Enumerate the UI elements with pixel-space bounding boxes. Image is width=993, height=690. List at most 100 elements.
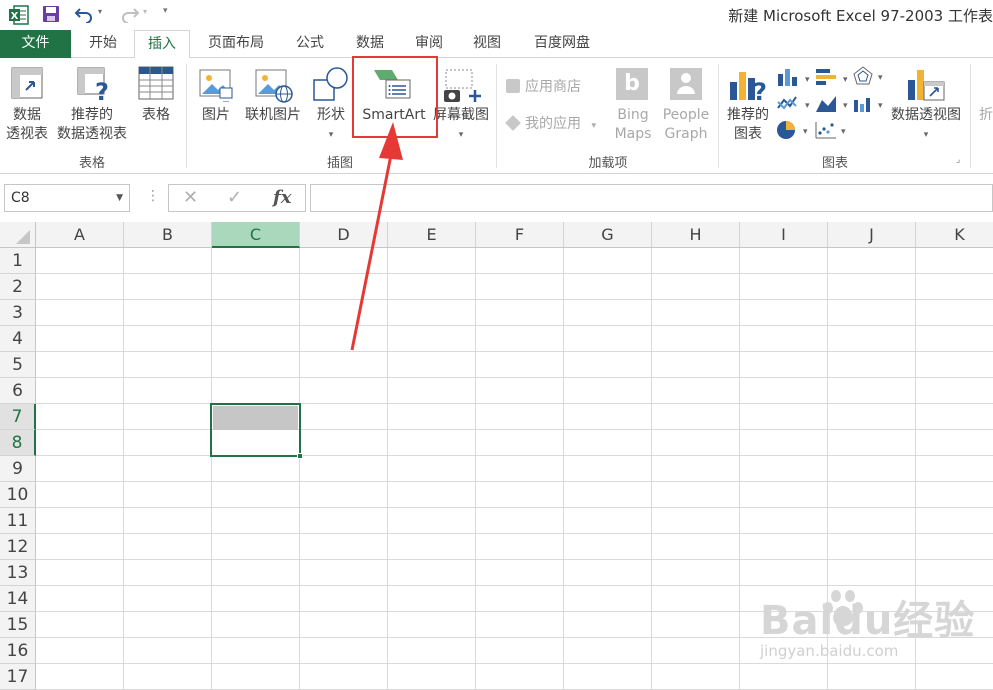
fill-handle[interactable] xyxy=(297,453,303,459)
row-header-15[interactable]: 15 xyxy=(0,612,36,638)
name-box[interactable]: C8 ▼ xyxy=(4,184,130,212)
column-header-e[interactable]: E xyxy=(388,222,476,248)
line-chart-icon[interactable]: ▾ xyxy=(776,94,810,112)
gridline xyxy=(36,663,993,664)
row-header-5[interactable]: 5 xyxy=(0,352,36,378)
tab-insert[interactable]: 插入 xyxy=(134,30,190,59)
name-box-dropdown-icon[interactable]: ▼ xyxy=(116,185,123,211)
insert-function-icon[interactable]: fx xyxy=(273,187,291,208)
my-apps-button[interactable]: 我的应用 ▾ xyxy=(505,113,596,133)
column-header-j[interactable]: J xyxy=(828,222,916,248)
row-header-14[interactable]: 14 xyxy=(0,586,36,612)
gridline xyxy=(475,248,476,690)
group-separator xyxy=(718,64,719,168)
gridline xyxy=(36,429,993,430)
recommended-charts-button[interactable]: ? 推荐的 图表 xyxy=(722,64,774,148)
gridline xyxy=(387,248,388,690)
tab-file[interactable]: 文件 xyxy=(0,30,71,58)
column-header-c[interactable]: C xyxy=(212,222,300,248)
column-header-d[interactable]: D xyxy=(300,222,388,248)
people-graph-button[interactable]: People Graph xyxy=(658,64,714,148)
pivot-chart-button[interactable]: 数据透视图 ▾ xyxy=(886,64,966,148)
column-header-b[interactable]: B xyxy=(124,222,212,248)
group-label-illustrations: 插图 xyxy=(326,156,353,171)
tab-view[interactable]: 视图 xyxy=(462,30,512,58)
save-icon[interactable] xyxy=(42,5,60,23)
row-header-9[interactable]: 9 xyxy=(0,456,36,482)
combo-chart-icon[interactable]: ▾ xyxy=(852,94,886,112)
svg-text:▾: ▾ xyxy=(841,127,846,137)
worksheet-grid[interactable]: A B C D E F G H I J K 1 2 3 4 5 6 7 8 9 … xyxy=(0,222,993,690)
table-icon xyxy=(138,66,174,100)
radar-chart-icon[interactable]: ▾ xyxy=(852,66,886,86)
row-header-2[interactable]: 2 xyxy=(0,274,36,300)
redo-icon[interactable] xyxy=(118,5,140,23)
row-header-16[interactable]: 16 xyxy=(0,638,36,664)
bar-chart-icon[interactable]: ▾ xyxy=(814,68,848,86)
screenshot-icon xyxy=(444,69,481,102)
column-header-g[interactable]: G xyxy=(564,222,652,248)
area-chart-icon[interactable]: ▾ xyxy=(814,94,848,112)
watermark-url: jingyan.baidu.com xyxy=(760,642,899,660)
people-graph-label-2: Graph xyxy=(664,126,708,142)
tab-formulas[interactable]: 公式 xyxy=(284,30,336,58)
gridline xyxy=(739,248,740,690)
tab-data[interactable]: 数据 xyxy=(344,30,396,58)
pie-chart-icon[interactable]: ▾ xyxy=(776,120,810,140)
store-label: 应用商店 xyxy=(525,79,581,95)
scatter-chart-icon[interactable]: ▾ xyxy=(814,120,848,140)
gridline xyxy=(36,455,993,456)
row-header-3[interactable]: 3 xyxy=(0,300,36,326)
tab-baidu-netdisk[interactable]: 百度网盘 xyxy=(522,30,602,58)
table-button[interactable]: 表格 xyxy=(134,64,178,148)
bing-icon: b xyxy=(616,68,648,100)
tab-page-layout[interactable]: 页面布局 xyxy=(198,30,274,58)
shapes-label: 形状 xyxy=(317,107,345,123)
row-header-11[interactable]: 11 xyxy=(0,508,36,534)
formula-bar-grip-icon[interactable]: ⋮ xyxy=(146,188,160,204)
shapes-dropdown-icon: ▾ xyxy=(328,130,334,140)
tab-review[interactable]: 审阅 xyxy=(404,30,454,58)
select-all-corner[interactable] xyxy=(0,222,36,248)
pictures-button[interactable]: 图片 xyxy=(192,64,240,148)
row-header-12[interactable]: 12 xyxy=(0,534,36,560)
enter-icon[interactable]: ✓ xyxy=(227,187,242,208)
select-all-icon xyxy=(16,230,30,244)
undo-icon[interactable] xyxy=(74,5,96,23)
column-header-i[interactable]: I xyxy=(740,222,828,248)
row-header-10[interactable]: 10 xyxy=(0,482,36,508)
recommended-pivot-button[interactable]: ? 推荐的 数据透视表 xyxy=(54,64,130,148)
charts-dialog-launcher-icon[interactable]: ⌟ xyxy=(956,155,960,165)
tab-home[interactable]: 开始 xyxy=(78,30,128,58)
column-header-a[interactable]: A xyxy=(36,222,124,248)
column-header-k[interactable]: K xyxy=(916,222,993,248)
row-header-4[interactable]: 4 xyxy=(0,326,36,352)
group-separator xyxy=(496,64,497,168)
pivot-table-button[interactable]: 数据 透视表 xyxy=(2,64,52,148)
shapes-button[interactable]: 形状 ▾ xyxy=(308,64,354,148)
row-header-6[interactable]: 6 xyxy=(0,378,36,404)
undo-dropdown-icon[interactable]: ▾ xyxy=(98,7,102,16)
row-header-8[interactable]: 8 xyxy=(0,430,36,456)
shapes-icon xyxy=(313,67,348,101)
row-header-13[interactable]: 13 xyxy=(0,560,36,586)
row-header-1[interactable]: 1 xyxy=(0,248,36,274)
row-header-7[interactable]: 7 xyxy=(0,404,36,430)
sparkline-partial-button[interactable]: 折 xyxy=(976,106,993,125)
online-pictures-button[interactable]: 联机图片 xyxy=(240,64,306,148)
bing-maps-button[interactable]: b Bing Maps xyxy=(608,64,658,148)
cancel-icon[interactable]: ✕ xyxy=(183,187,198,208)
column-chart-icon[interactable]: ▾ xyxy=(776,68,810,86)
customize-qat-icon[interactable]: ▾ xyxy=(163,6,168,16)
redo-dropdown-icon[interactable]: ▾ xyxy=(143,7,147,16)
group-separator xyxy=(970,64,971,168)
svg-text:▾: ▾ xyxy=(805,101,810,111)
formula-input[interactable] xyxy=(310,184,993,212)
store-button[interactable]: 应用商店 xyxy=(506,76,581,96)
excel-logo-icon: X xyxy=(9,5,29,25)
column-header-f[interactable]: F xyxy=(476,222,564,248)
row-header-17[interactable]: 17 xyxy=(0,664,36,690)
pivot-table-icon xyxy=(11,67,43,99)
column-header-h[interactable]: H xyxy=(652,222,740,248)
screenshot-button[interactable]: 屏幕截图 ▾ xyxy=(430,64,492,148)
